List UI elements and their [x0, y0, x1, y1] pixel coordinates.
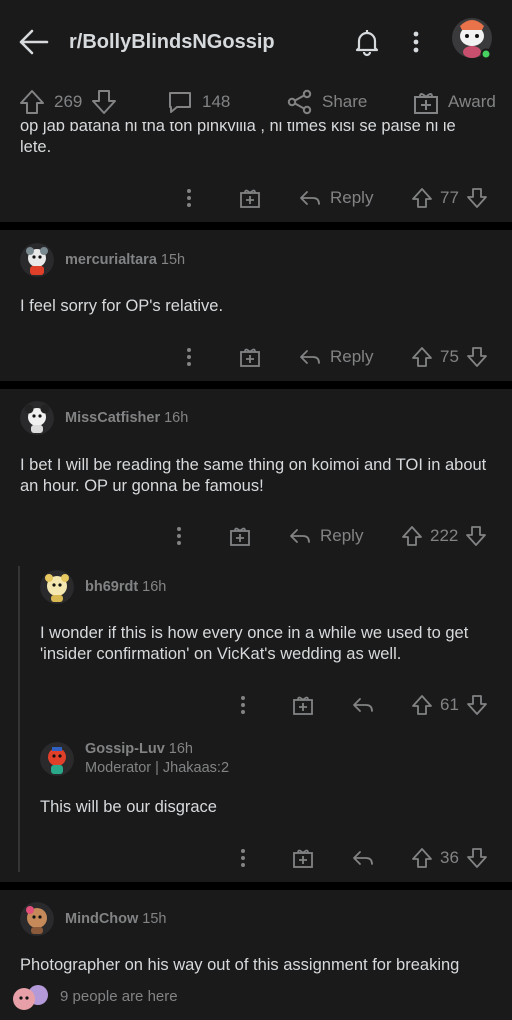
- comment-divider: [0, 882, 512, 890]
- comment-divider: [0, 222, 512, 230]
- comments-button[interactable]: 148: [166, 88, 230, 116]
- award-gift-icon[interactable]: [291, 691, 315, 719]
- username[interactable]: MindChow: [65, 911, 138, 927]
- reply-icon: [290, 529, 310, 543]
- comment-author[interactable]: bh69rdt 16h: [85, 579, 166, 595]
- presence-avatars-icon: [13, 985, 48, 1010]
- comment-vote-group: 77: [410, 184, 489, 212]
- comment-score: 75: [440, 347, 459, 366]
- avatar[interactable]: [20, 401, 54, 435]
- upvote-icon[interactable]: [410, 846, 434, 870]
- award-label: Award: [448, 92, 496, 111]
- comment-author[interactable]: MindChow 15h: [65, 911, 167, 927]
- downvote-icon[interactable]: [465, 186, 489, 210]
- username[interactable]: MissCatfisher: [65, 410, 160, 426]
- comment-age: 16h: [164, 410, 189, 426]
- award-gift-icon[interactable]: [291, 844, 315, 872]
- upvote-icon[interactable]: [410, 186, 434, 210]
- thread-line[interactable]: [18, 566, 20, 872]
- avatar[interactable]: [40, 570, 74, 604]
- upvote-icon[interactable]: [18, 88, 46, 116]
- more-options-icon[interactable]: [234, 844, 252, 872]
- comment-divider: [0, 381, 512, 389]
- online-status-icon: [480, 48, 492, 60]
- downvote-icon[interactable]: [464, 524, 488, 548]
- comment-count: 148: [202, 92, 231, 111]
- award-gift-icon[interactable]: [228, 522, 252, 550]
- user-avatar[interactable]: [450, 12, 494, 60]
- more-options-icon[interactable]: [180, 184, 198, 212]
- reply-button[interactable]: Reply: [288, 522, 363, 550]
- top-app-bar: r/BollyBlindsNGossip: [0, 0, 512, 82]
- subreddit-title[interactable]: r/BollyBlindsNGossip: [69, 31, 275, 54]
- comment-score: 222: [430, 526, 459, 545]
- comment-age: 16h: [142, 579, 167, 595]
- award-gift-icon: [414, 93, 438, 114]
- reply-icon[interactable]: [351, 844, 375, 872]
- reply-label: Reply: [330, 188, 374, 207]
- reply-label: Reply: [330, 347, 374, 366]
- comment-score: 61: [440, 695, 459, 714]
- comment-body: I feel sorry for OP's relative.: [20, 297, 224, 315]
- comment-body: This will be our disgrace: [40, 798, 217, 816]
- upvote-icon[interactable]: [410, 345, 434, 369]
- comment-author[interactable]: MissCatfisher 16h: [65, 410, 188, 426]
- comment-author[interactable]: Gossip-Luv 16h: [85, 741, 193, 757]
- post-vote-group: 269: [18, 88, 126, 116]
- more-options-icon[interactable]: [234, 691, 252, 719]
- post-score: 269: [54, 92, 83, 111]
- reply-icon[interactable]: [351, 691, 375, 719]
- username[interactable]: Gossip-Luv: [85, 741, 165, 757]
- comment-body: I bet I will be reading the same thing o…: [20, 456, 487, 495]
- reply-button[interactable]: Reply: [298, 343, 373, 371]
- comment-age: 15h: [160, 252, 186, 268]
- share-label: Share: [322, 92, 368, 111]
- post-action-bar: 269 148 Share Award: [0, 82, 512, 122]
- comment-body: op jab batana hi tha ton pinkvilla , hi …: [20, 122, 456, 156]
- comment-body: Photographer on his way out of this assi…: [20, 956, 460, 974]
- share-icon: [287, 89, 312, 115]
- reply-button[interactable]: Reply: [298, 184, 373, 212]
- avatar[interactable]: [20, 902, 54, 936]
- comment-score: 77: [440, 188, 459, 207]
- share-button[interactable]: Share: [286, 88, 367, 116]
- comment-score: 36: [440, 848, 459, 867]
- presence-bar: 9 people are here: [0, 978, 512, 1020]
- user-flair: Moderator | Jhakaas:2: [85, 760, 230, 776]
- avatar[interactable]: [20, 243, 54, 277]
- comment-vote-group: 222: [400, 522, 488, 550]
- presence-text: 9 people are here: [60, 988, 178, 1005]
- comment-body: I wonder if this is how every once in a …: [40, 624, 469, 663]
- downvote-icon[interactable]: [465, 345, 489, 369]
- award-button[interactable]: Award: [412, 88, 496, 116]
- upvote-icon[interactable]: [410, 693, 434, 717]
- comment-author[interactable]: mercurialtara 15h: [65, 252, 185, 268]
- username[interactable]: bh69rdt: [85, 579, 138, 595]
- comment-vote-group: 61: [410, 691, 489, 719]
- more-options-icon[interactable]: [180, 343, 198, 371]
- comment-age: 15h: [142, 911, 167, 927]
- comment-age: 16h: [168, 741, 193, 757]
- downvote-icon[interactable]: [465, 693, 489, 717]
- back-arrow-icon[interactable]: [18, 28, 50, 56]
- downvote-icon[interactable]: [90, 88, 118, 116]
- more-options-icon[interactable]: [170, 522, 188, 550]
- upvote-icon[interactable]: [400, 524, 424, 548]
- reply-icon: [300, 191, 320, 205]
- reply-icon: [300, 350, 320, 364]
- avatar[interactable]: [40, 742, 74, 776]
- award-gift-icon[interactable]: [238, 343, 262, 371]
- award-gift-icon[interactable]: [238, 184, 262, 212]
- downvote-icon[interactable]: [465, 846, 489, 870]
- reply-label: Reply: [320, 526, 364, 545]
- comment-vote-group: 75: [410, 343, 489, 371]
- bell-icon[interactable]: [352, 27, 382, 57]
- overflow-menu-icon[interactable]: [404, 27, 428, 57]
- comment-vote-group: 36: [410, 844, 489, 872]
- comment-icon: [169, 92, 191, 113]
- username[interactable]: mercurialtara: [65, 252, 157, 268]
